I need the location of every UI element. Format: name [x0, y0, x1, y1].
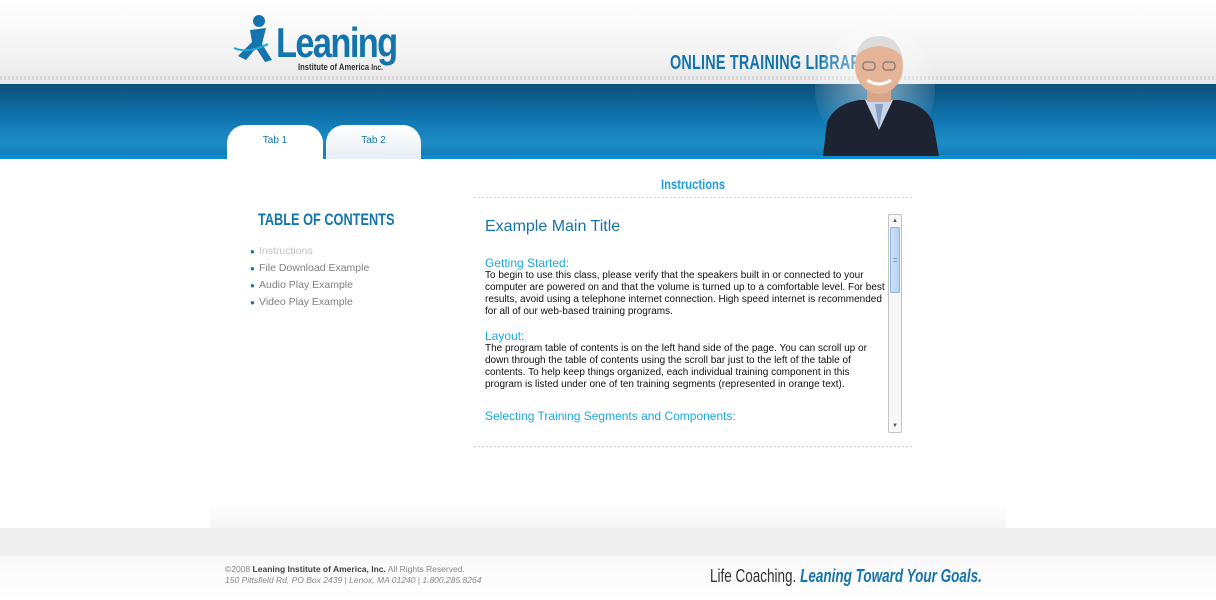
logo[interactable]: Leaning Institute of America Inc.	[228, 14, 418, 76]
toc-item-label: Video Play Example	[259, 296, 353, 308]
content-scroll-area[interactable]: Example Main Title Getting Started: To b…	[482, 212, 904, 434]
toc-item-label: Audio Play Example	[259, 279, 353, 291]
grip-icon	[893, 258, 897, 262]
toc-item-video-play-example[interactable]: ● Video Play Example	[250, 295, 369, 312]
logo-wordmark: Leaning	[276, 19, 398, 66]
bullet-icon: ●	[250, 247, 255, 256]
logo-subtitle-text: Institute of America	[298, 62, 370, 72]
footer-bottom	[0, 556, 1216, 600]
section-title-text: Instructions	[660, 176, 726, 192]
toc-item-audio-play-example[interactable]: ● Audio Play Example	[250, 278, 369, 295]
logo-inc: Inc.	[371, 63, 383, 72]
header-top-band	[0, 0, 1216, 84]
bullet-icon: ●	[250, 298, 255, 307]
getting-started-heading: Getting Started:	[485, 256, 570, 270]
layout-heading: Layout:	[485, 329, 525, 343]
content-scrollbar[interactable]: ▲ ▼	[888, 214, 902, 433]
content-body: Example Main Title Getting Started: To b…	[485, 212, 888, 423]
header-blue-band	[0, 84, 1216, 158]
presenter-photo	[815, 30, 939, 156]
tab-2[interactable]: Tab 2	[326, 125, 421, 159]
toc-item-label: File Download Example	[259, 262, 370, 274]
copyright-prefix: ©2008	[225, 564, 253, 574]
arrow-down-icon[interactable]: ▼	[889, 420, 901, 432]
selecting-heading: Selecting Training Segments and Componen…	[485, 409, 736, 423]
toc-item-label: Instructions	[259, 245, 313, 257]
toc-item-instructions[interactable]: ● Instructions	[250, 244, 369, 261]
main-title: Example Main Title	[485, 218, 621, 235]
tagline-part1: Life Coaching.	[710, 566, 797, 586]
scrollbar-thumb[interactable]	[890, 227, 900, 293]
toc-item-file-download-example[interactable]: ● File Download Example	[250, 261, 369, 278]
layout-text: The program table of contents is on the …	[485, 343, 867, 390]
toc-title: TABLE OF CONTENTS	[258, 210, 395, 229]
tab-1[interactable]: Tab 1	[227, 125, 323, 165]
footer-band	[0, 528, 1216, 556]
copyright: ©2008 Leaning Institute of America, Inc.…	[225, 564, 465, 574]
section-title: Instructions	[474, 176, 912, 192]
logo-subtitle: Institute of America Inc.	[298, 62, 383, 72]
copyright-suffix: All Rights Reserved.	[385, 564, 465, 574]
tagline: Life Coaching. Leaning Toward Your Goals…	[710, 566, 982, 587]
divider-top	[474, 197, 912, 198]
bullet-icon: ●	[250, 264, 255, 273]
getting-started-text: To begin to use this class, please verif…	[485, 270, 885, 317]
bullet-icon: ●	[250, 281, 255, 290]
tagline-part2: Leaning Toward Your Goals.	[800, 566, 982, 586]
running-figure-icon	[233, 15, 272, 62]
toc-list: ● Instructions ● File Download Example ● Au…	[250, 244, 369, 312]
address: 150 Pittsfield Rd, PO Box 2439 | Lenox, …	[225, 575, 482, 585]
footer-shade	[210, 500, 1006, 528]
header-blue-line	[0, 155, 1216, 159]
copyright-company: Leaning Institute of America, Inc.	[252, 564, 386, 574]
arrow-up-icon[interactable]: ▲	[889, 215, 901, 227]
divider-bottom	[474, 446, 912, 447]
